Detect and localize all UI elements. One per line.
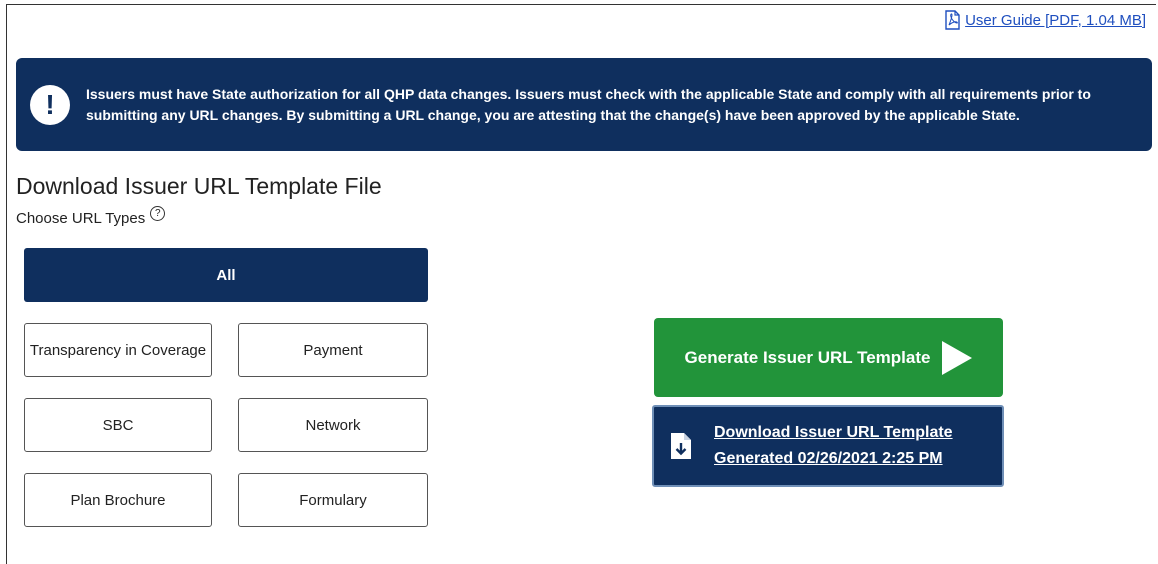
- user-guide-link[interactable]: User Guide [PDF, 1.04 MB]: [944, 10, 1146, 30]
- choose-url-types-label: Choose URL Types: [16, 210, 146, 227]
- pdf-icon: [945, 10, 960, 30]
- download-template-button[interactable]: Download Issuer URL Template Generated 0…: [652, 405, 1004, 487]
- url-type-formulary-button[interactable]: Formulary: [238, 473, 428, 527]
- url-type-payment-button[interactable]: Payment: [238, 323, 428, 377]
- url-type-all-button[interactable]: All: [24, 248, 428, 302]
- file-download-icon: [671, 433, 691, 459]
- download-template-text[interactable]: Download Issuer URL Template Generated 0…: [714, 420, 953, 472]
- url-type-plan-brochure-button[interactable]: Plan Brochure: [24, 473, 212, 527]
- generate-template-button[interactable]: Generate Issuer URL Template: [654, 318, 1003, 397]
- alert-message: Issuers must have State authorization fo…: [86, 85, 1091, 123]
- play-icon: [942, 340, 973, 375]
- url-type-network-button[interactable]: Network: [238, 398, 428, 452]
- section-title: Download Issuer URL Template File: [16, 173, 382, 199]
- download-template-label[interactable]: Download Issuer URL Template: [714, 420, 953, 446]
- download-generated-timestamp[interactable]: Generated 02/26/2021 2:25 PM: [714, 446, 953, 472]
- question-circle-icon[interactable]: ?: [150, 206, 166, 221]
- choose-url-types: Choose URL Types ?: [16, 206, 166, 227]
- user-guide-label[interactable]: User Guide [PDF, 1.04 MB]: [965, 12, 1146, 29]
- url-type-transparency-button[interactable]: Transparency in Coverage: [24, 323, 212, 377]
- state-authorization-alert: ! Issuers must have State authorization …: [16, 58, 1152, 151]
- url-type-sbc-button[interactable]: SBC: [24, 398, 212, 452]
- generate-template-label: Generate Issuer URL Template: [684, 347, 931, 367]
- exclamation-icon: !: [30, 84, 70, 125]
